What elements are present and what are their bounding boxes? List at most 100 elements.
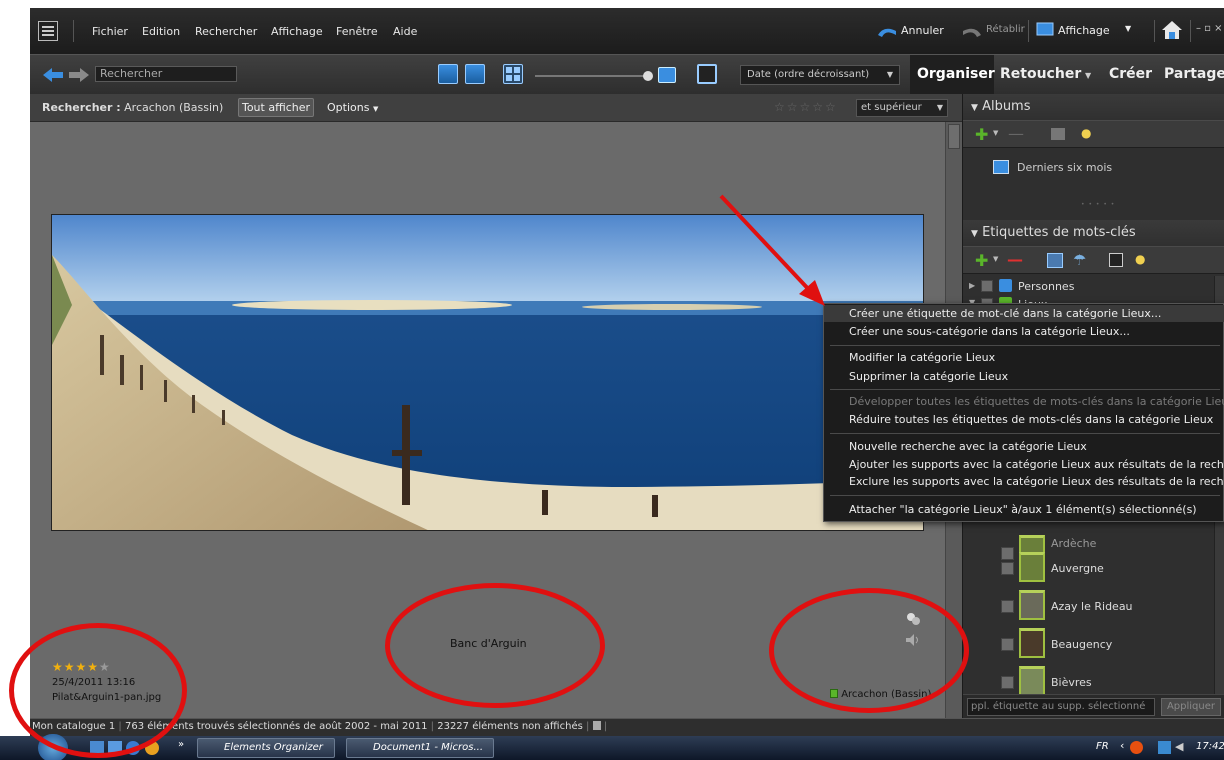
menu-rechercher[interactable]: Rechercher xyxy=(195,25,257,38)
chevron-left-icon[interactable]: ‹ xyxy=(1120,739,1124,752)
single-photo-icon[interactable] xyxy=(658,67,676,83)
menu-aide[interactable]: Aide xyxy=(393,25,417,38)
display-label: Affichage xyxy=(1058,24,1110,37)
sort-order-select[interactable]: Date (ordre décroissant) ▼ xyxy=(740,65,900,85)
forward-arrow-icon[interactable] xyxy=(68,66,90,84)
keyword-checkbox[interactable] xyxy=(1001,638,1014,651)
menu-affichage[interactable]: Affichage xyxy=(271,25,323,38)
workspace-tabs: Organiser Retoucher ▼ Créer Partage xyxy=(910,55,1224,95)
undo-icon xyxy=(878,28,896,37)
language-indicator[interactable]: FR xyxy=(1096,741,1109,752)
thumbnail-size-slider[interactable] xyxy=(535,75,647,77)
chevron-right-icon[interactable]: » xyxy=(178,739,184,750)
add-album-icon[interactable]: ✚ xyxy=(975,125,988,144)
rating-filter-stars[interactable]: ☆☆☆☆☆ xyxy=(774,100,838,114)
menu-fichier[interactable]: Fichier xyxy=(92,25,128,38)
keyword-checkbox[interactable] xyxy=(1001,676,1014,689)
tab-creer[interactable]: Créer xyxy=(1109,66,1152,82)
category-label: Personnes xyxy=(1018,280,1075,293)
lightbulb-icon[interactable]: ● xyxy=(1135,252,1145,266)
ctx-create-keyword[interactable]: Créer une étiquette de mot-clé dans la c… xyxy=(824,305,1224,322)
lock-icon[interactable] xyxy=(592,721,601,730)
chevron-down-icon[interactable]: ▼ xyxy=(993,255,998,263)
menu-fenetre[interactable]: Fenêtre xyxy=(336,25,378,38)
toolbar-divider xyxy=(1028,20,1029,42)
toolbar-divider xyxy=(1190,20,1191,42)
album-item-derniers-six-mois[interactable]: Derniers six mois xyxy=(1017,161,1112,174)
lightbulb-icon[interactable]: ● xyxy=(1081,126,1091,140)
keyword-row-azay-le-rideau[interactable]: Azay le Rideau xyxy=(963,588,1213,626)
apply-keyword-input[interactable]: ppl. étiquette au supp. sélectionné xyxy=(967,698,1155,716)
network-icon[interactable] xyxy=(1158,741,1171,754)
window-controls[interactable]: – ▫ × xyxy=(1196,23,1223,34)
taskbar-button-document1[interactable]: Document1 - Micros... xyxy=(346,738,494,758)
keyword-label: Ardèche xyxy=(1051,537,1097,550)
ctx-new-search[interactable]: Nouvelle recherche avec la catégorie Lie… xyxy=(824,438,1224,455)
panel-resize-grip[interactable]: • • • • • xyxy=(1081,201,1115,208)
options-menu[interactable]: Options ▼ xyxy=(327,101,378,114)
keywords-header[interactable]: ▼ Etiquettes de mots-clés xyxy=(963,220,1224,246)
undo-button[interactable]: Annuler xyxy=(876,23,944,42)
full-screen-icon[interactable] xyxy=(697,64,717,84)
category-checkbox[interactable] xyxy=(981,280,993,292)
ctx-add-to-results[interactable]: Ajouter les supports avec la catégorie L… xyxy=(824,456,1224,473)
expand-triangle-icon[interactable]: ▶ xyxy=(969,281,975,290)
keyword-cloud-icon[interactable]: ☂ xyxy=(1073,251,1086,269)
delete-keyword-icon[interactable]: — xyxy=(1007,250,1023,269)
tab-retoucher[interactable]: Retoucher xyxy=(1000,66,1081,82)
albums-title: Albums xyxy=(982,99,1031,114)
redo-button[interactable]: Rétablir xyxy=(961,23,1025,42)
tab-organiser[interactable]: Organiser xyxy=(910,55,995,95)
menu-separator xyxy=(830,495,1220,496)
keyword-tag-icon[interactable] xyxy=(1047,253,1063,268)
rotate-right-icon[interactable] xyxy=(465,64,485,84)
taskbar-button-elements-organizer[interactable]: Elements Organizer xyxy=(197,738,335,758)
back-arrow-icon[interactable] xyxy=(42,66,64,84)
keyword-checkbox[interactable] xyxy=(1001,562,1014,575)
keyword-row-beaugency[interactable]: Beaugency xyxy=(963,626,1213,664)
scrollbar-thumb[interactable] xyxy=(948,124,960,149)
keyword-row-auvergne[interactable]: Auvergne xyxy=(963,550,1213,588)
keyword-label: Azay le Rideau xyxy=(1051,600,1133,613)
home-button[interactable] xyxy=(1160,19,1184,44)
search-input[interactable]: Rechercher xyxy=(95,66,237,82)
thumbnail-grid-icon[interactable] xyxy=(503,64,523,84)
rating-filter-value: et supérieur xyxy=(861,102,922,113)
add-keyword-icon[interactable]: ✚ xyxy=(975,251,988,270)
keyword-checkbox[interactable] xyxy=(1001,600,1014,613)
keyword-thumbnail xyxy=(1019,628,1045,658)
display-button[interactable]: Affichage ▼ xyxy=(1036,22,1131,41)
collapse-triangle-icon: ▼ xyxy=(971,229,978,239)
import-keyword-icon[interactable] xyxy=(1109,253,1123,267)
ctx-delete-category[interactable]: Supprimer la catégorie Lieux xyxy=(824,368,1224,385)
tray-app-icon[interactable] xyxy=(1130,741,1143,754)
albums-header[interactable]: ▼ Albums xyxy=(963,94,1224,120)
apply-keyword-bar: ppl. étiquette au supp. sélectionné Appl… xyxy=(963,694,1224,718)
chevron-down-icon: ▼ xyxy=(936,103,943,112)
rating-filter-select[interactable]: et supérieur ▼ xyxy=(856,99,948,117)
ctx-edit-category[interactable]: Modifier la catégorie Lieux xyxy=(824,349,1224,366)
status-bar: Mon catalogue 1 | 763 éléments trouvés s… xyxy=(30,718,1224,736)
ctx-exclude-from-results[interactable]: Exclure les supports avec la catégorie L… xyxy=(824,473,1224,490)
show-all-button[interactable]: Tout afficher xyxy=(238,98,314,117)
edit-album-icon[interactable] xyxy=(1051,128,1065,140)
chevron-down-icon[interactable]: ▼ xyxy=(993,129,998,137)
ctx-attach-keyword[interactable]: Attacher "la catégorie Lieux" à/aux 1 él… xyxy=(824,501,1224,518)
volume-icon[interactable]: ◀ xyxy=(1175,740,1183,753)
ctx-collapse-all[interactable]: Réduire toutes les étiquettes de mots-cl… xyxy=(824,411,1224,428)
rotate-left-icon[interactable] xyxy=(438,64,458,84)
keyword-label: Bièvres xyxy=(1051,676,1092,689)
menu-divider xyxy=(73,20,74,42)
keyword-thumbnail xyxy=(1019,666,1045,696)
collapse-triangle-icon: ▼ xyxy=(971,103,978,113)
menu-edition[interactable]: Edition xyxy=(142,25,180,38)
slider-handle[interactable] xyxy=(643,71,653,81)
apply-button[interactable]: Appliquer xyxy=(1161,698,1221,716)
ctx-create-subcategory[interactable]: Créer une sous-catégorie dans la catégor… xyxy=(824,323,1224,340)
app-icon[interactable] xyxy=(38,21,58,41)
keyword-category-personnes[interactable]: ▶ Personnes xyxy=(963,278,1224,296)
annotation-ellipse xyxy=(9,623,187,758)
windows-taskbar: » Elements Organizer Document1 - Micros.… xyxy=(0,734,1224,760)
delete-album-icon[interactable]: — xyxy=(1008,124,1024,143)
tab-partage[interactable]: Partage xyxy=(1164,66,1224,82)
